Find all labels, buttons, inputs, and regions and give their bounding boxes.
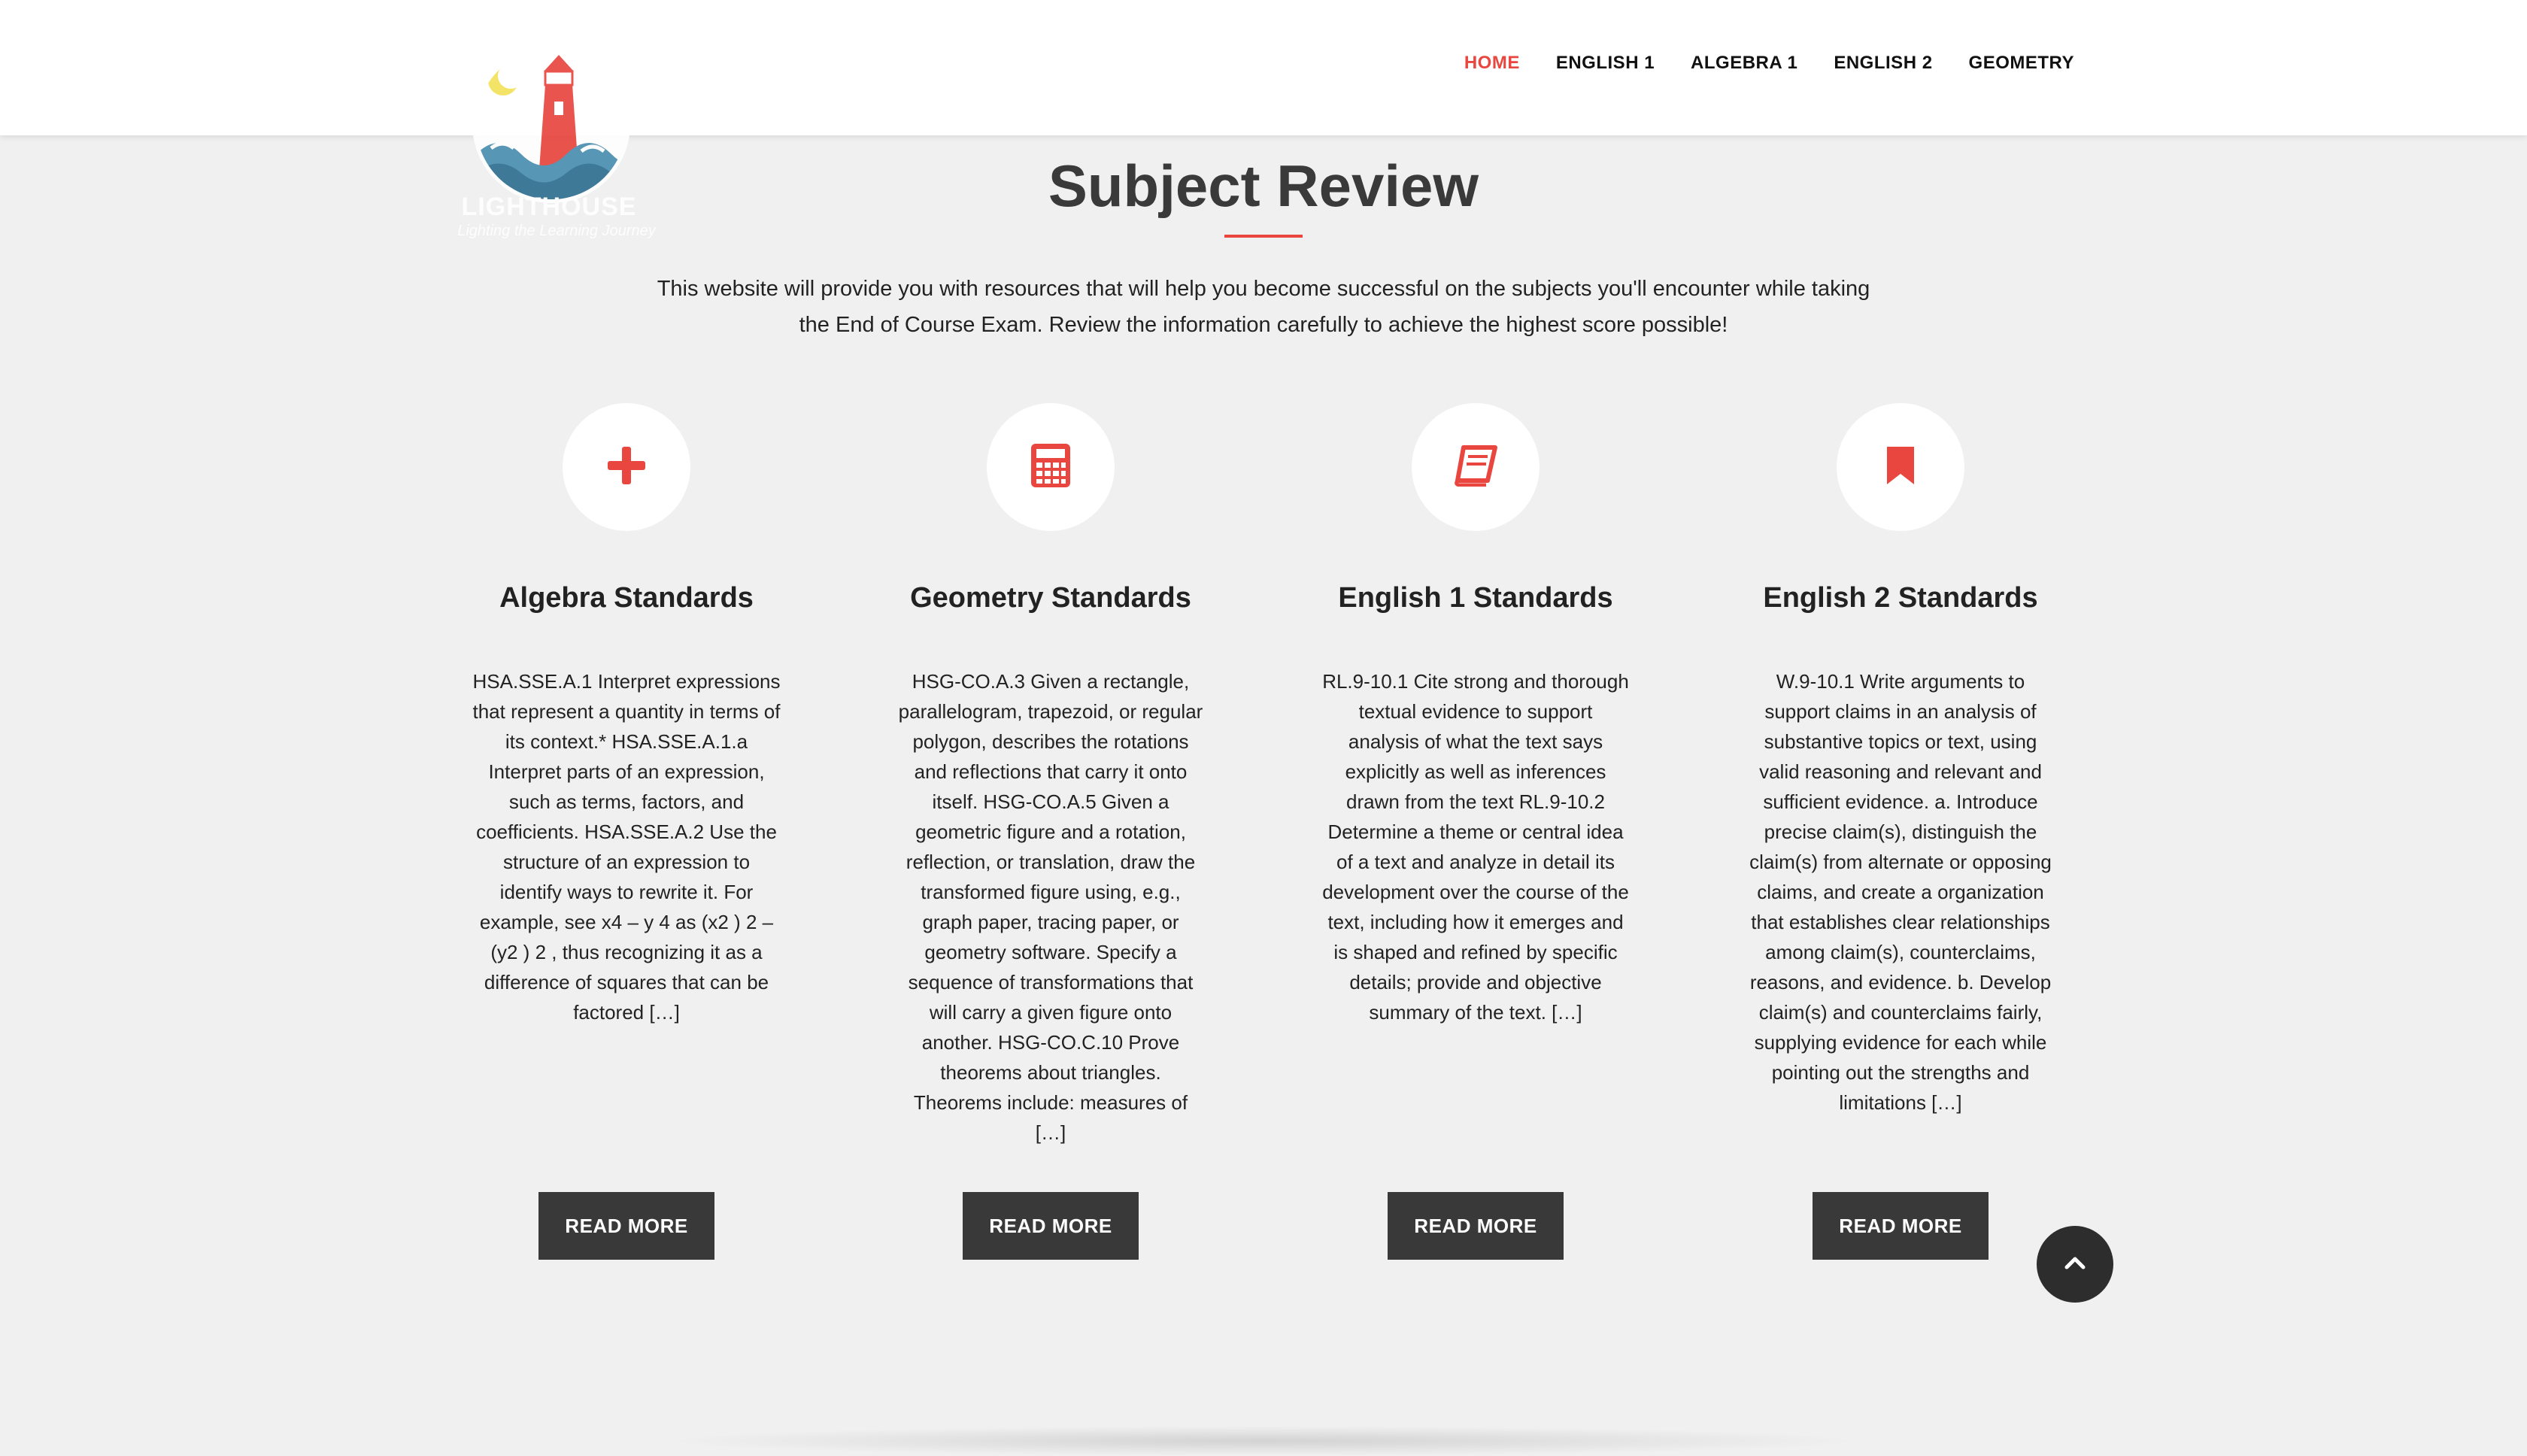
card-icon-circle xyxy=(987,403,1115,531)
card-text: HSA.SSE.A.1 Interpret expressions that r… xyxy=(472,670,781,1024)
read-more-english-1-button[interactable]: READ MORE xyxy=(1388,1192,1564,1260)
card-title: Geometry Standards xyxy=(910,582,1191,614)
card-text: HSG-CO.A.3 Given a rectangle, parallelog… xyxy=(898,670,1203,1144)
site-logo[interactable]: LIGHTHOUSE Lighting the Learning Journey xyxy=(436,45,677,241)
calculator-icon xyxy=(1030,442,1072,493)
bookmark-icon xyxy=(1884,445,1917,490)
intro-text: This website will provide you with resou… xyxy=(657,277,1870,337)
card-icon-circle xyxy=(563,403,690,531)
site-header: HOME ENGLISH 1 ALGEBRA 1 ENGLISH 2 GEOME… xyxy=(0,0,2527,135)
card-title: English 2 Standards xyxy=(1763,582,2038,614)
card-icon-circle xyxy=(1412,403,1540,531)
card-text: W.9-10.1 Write arguments to support clai… xyxy=(1749,670,2052,1114)
nav-item-home[interactable]: HOME xyxy=(1464,53,1520,74)
card-icon-circle xyxy=(1837,403,1964,531)
section-shadow xyxy=(662,1426,1865,1456)
logo-name: LIGHTHOUSE xyxy=(461,193,637,221)
read-more-geometry-button[interactable]: READ MORE xyxy=(963,1192,1139,1260)
logo-tagline: Lighting the Learning Journey xyxy=(457,223,656,239)
card-title: English 1 Standards xyxy=(1338,582,1613,614)
card-title: Algebra Standards xyxy=(499,582,754,614)
page-title: Subject Review xyxy=(1048,153,1479,219)
nav-item-geometry[interactable]: GEOMETRY xyxy=(1969,53,2074,74)
nav-item-english-1[interactable]: ENGLISH 1 xyxy=(1556,53,1655,74)
card-text: RL.9-10.1 Cite strong and thorough textu… xyxy=(1322,670,1629,1024)
chevron-up-icon xyxy=(2064,1255,2086,1274)
book-icon xyxy=(1453,444,1498,490)
main-nav: HOME ENGLISH 1 ALGEBRA 1 ENGLISH 2 GEOME… xyxy=(1464,53,2074,74)
read-more-algebra-button[interactable]: READ MORE xyxy=(538,1192,714,1260)
read-more-english-2-button[interactable]: READ MORE xyxy=(1813,1192,1989,1260)
plus-icon xyxy=(606,445,647,490)
logo-emblem xyxy=(472,45,630,203)
title-underline xyxy=(1224,235,1303,238)
scroll-to-top-button[interactable] xyxy=(2037,1226,2113,1303)
main-content: Subject Review This website will provide… xyxy=(0,135,2527,1456)
nav-item-english-2[interactable]: ENGLISH 2 xyxy=(1834,53,1932,74)
nav-item-algebra-1[interactable]: ALGEBRA 1 xyxy=(1691,53,1797,74)
